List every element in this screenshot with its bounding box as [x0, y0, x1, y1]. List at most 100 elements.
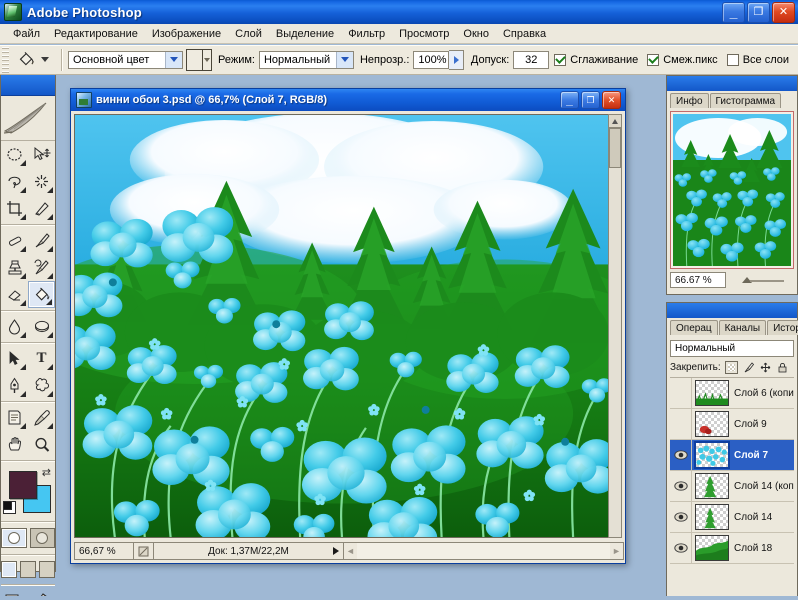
custom-shape-tool[interactable] — [28, 372, 55, 399]
foreground-color-swatch[interactable] — [9, 471, 37, 499]
scroll-up-button[interactable] — [609, 115, 621, 128]
swap-colors-icon[interactable]: ⇄ — [42, 466, 51, 479]
table-row[interactable]: Слой 9 — [670, 409, 794, 440]
layer-thumbnail[interactable] — [695, 535, 729, 561]
eraser-tool[interactable] — [1, 281, 28, 308]
tab-channels[interactable]: Каналы — [718, 320, 767, 335]
fill-source-select[interactable]: Основной цвет — [68, 50, 183, 69]
quick-mask-mode-button[interactable] — [29, 528, 55, 548]
menu-item-layer[interactable]: Слой — [228, 26, 269, 42]
table-row[interactable]: Слой 7 — [670, 440, 794, 471]
standard-mode-button[interactable] — [1, 528, 27, 548]
document-maximize-button[interactable]: ❐ — [581, 91, 600, 109]
paint-bucket-tool-icon[interactable] — [13, 48, 39, 72]
paint-bucket-tool[interactable] — [28, 281, 55, 308]
layer-visibility-toggle[interactable] — [670, 533, 692, 563]
layer-visibility-toggle[interactable] — [670, 440, 692, 470]
scroll-right-icon[interactable]: ► — [610, 543, 623, 559]
table-row[interactable]: Слой 6 (копи — [670, 378, 794, 409]
opacity-slider-arrow-icon[interactable] — [449, 49, 465, 70]
layer-blend-mode-select[interactable]: Нормальный — [670, 340, 794, 357]
layer-thumbnail[interactable] — [694, 441, 730, 469]
lock-transparent-pixels-icon[interactable] — [724, 361, 738, 374]
menu-item-filter[interactable]: Фильтр — [341, 26, 392, 42]
menu-item-window[interactable]: Окно — [456, 26, 496, 42]
menu-item-help[interactable]: Справка — [496, 26, 553, 42]
menu-item-select[interactable]: Выделение — [269, 26, 341, 42]
status-menu-arrow-icon[interactable] — [333, 547, 339, 555]
menu-item-file[interactable]: Файл — [6, 26, 47, 42]
lock-all-icon[interactable] — [776, 361, 789, 374]
lock-position-icon[interactable] — [759, 361, 772, 374]
tab-info[interactable]: Инфо — [670, 93, 709, 108]
healing-brush-tool[interactable] — [1, 227, 28, 254]
lock-image-pixels-icon[interactable] — [742, 361, 755, 374]
document-title-bar[interactable]: винни обои 3.psd @ 66,7% (Слой 7, RGB/8)… — [71, 89, 625, 111]
notes-tool[interactable] — [1, 404, 28, 431]
tolerance-input[interactable]: 32 — [513, 50, 550, 69]
layers-palette-title-bar[interactable] — [667, 303, 797, 318]
tab-actions[interactable]: Операц — [670, 320, 718, 335]
layer-thumbnail[interactable] — [695, 504, 729, 530]
tab-histogram[interactable]: Гистограмма — [709, 93, 782, 108]
menu-item-view[interactable]: Просмотр — [392, 26, 456, 42]
layer-visibility-toggle[interactable] — [670, 409, 692, 439]
chevron-down-icon[interactable] — [335, 51, 353, 68]
tool-preset-chevron-down-icon[interactable] — [41, 57, 49, 62]
navigator-thumbnail-frame[interactable] — [670, 111, 794, 269]
document-minimize-button[interactable]: _ — [560, 91, 579, 109]
document-canvas[interactable] — [74, 114, 610, 538]
pattern-chevron-down-icon[interactable] — [203, 50, 211, 70]
default-colors-icon[interactable] — [3, 501, 16, 514]
magic-wand-tool[interactable] — [28, 168, 55, 195]
history-brush-tool[interactable] — [28, 254, 55, 281]
dodge-tool[interactable] — [28, 313, 55, 340]
toolbox-title-bar[interactable] — [1, 75, 55, 96]
scroll-left-icon[interactable]: ◄ — [344, 543, 357, 559]
canvas-vertical-scrollbar[interactable] — [608, 114, 622, 538]
pen-tool[interactable] — [1, 372, 28, 399]
lasso-tool[interactable] — [1, 168, 28, 195]
horizontal-scroll-track[interactable] — [357, 543, 610, 559]
navigator-zoom-field[interactable]: 66.67 % — [670, 272, 726, 288]
window-close-button[interactable]: ✕ — [772, 1, 795, 23]
table-row[interactable]: Слой 14 (копи — [670, 471, 794, 502]
document-size-field[interactable]: Док: 1,37M/22,2M — [154, 542, 344, 560]
document-close-button[interactable]: ✕ — [602, 91, 621, 109]
layer-visibility-toggle[interactable] — [670, 502, 692, 532]
menu-item-image[interactable]: Изображение — [145, 26, 228, 42]
standard-screen-mode-button[interactable] — [1, 561, 17, 578]
hand-tool[interactable] — [1, 431, 28, 458]
menu-item-edit[interactable]: Редактирование — [47, 26, 145, 42]
table-row[interactable]: Слой 14 — [670, 502, 794, 533]
layer-thumbnail[interactable] — [695, 473, 729, 499]
navigator-zoom-slider[interactable] — [732, 272, 794, 288]
slice-tool[interactable] — [28, 195, 55, 222]
contiguous-checkbox[interactable]: Смеж.пикс — [647, 53, 718, 66]
vertical-scroll-thumb[interactable] — [609, 128, 621, 168]
layer-visibility-toggle[interactable] — [670, 378, 692, 408]
all-layers-checkbox[interactable]: Все слои — [726, 53, 789, 66]
blur-tool[interactable] — [1, 313, 28, 340]
full-screen-with-menubar-button[interactable] — [20, 561, 36, 578]
marquee-elliptical-tool[interactable] — [1, 141, 28, 168]
brush-tool[interactable] — [28, 227, 55, 254]
zoom-tool[interactable] — [28, 431, 55, 458]
full-screen-mode-button[interactable] — [39, 561, 55, 578]
layer-thumbnail[interactable] — [695, 380, 729, 406]
type-tool[interactable]: T — [28, 345, 55, 372]
path-selection-tool[interactable] — [1, 345, 28, 372]
window-minimize-button[interactable]: _ — [722, 1, 745, 23]
tab-history[interactable]: Истори — [767, 320, 798, 335]
chevron-down-icon[interactable] — [165, 51, 182, 68]
opacity-input[interactable]: 100% — [413, 50, 450, 69]
status-proxy-icon[interactable] — [134, 542, 154, 560]
zoom-level-field[interactable]: 66,67 % — [74, 542, 134, 560]
window-maximize-button[interactable]: ❐ — [747, 1, 770, 23]
blend-mode-select[interactable]: Нормальный — [258, 50, 354, 69]
canvas-horizontal-scrollbar[interactable]: ◄ ► — [344, 542, 624, 560]
layer-visibility-toggle[interactable] — [670, 471, 692, 501]
anti-alias-checkbox[interactable]: Сглаживание — [554, 53, 638, 66]
pattern-swatch-picker[interactable] — [186, 48, 212, 71]
options-bar-grip[interactable] — [2, 46, 9, 73]
